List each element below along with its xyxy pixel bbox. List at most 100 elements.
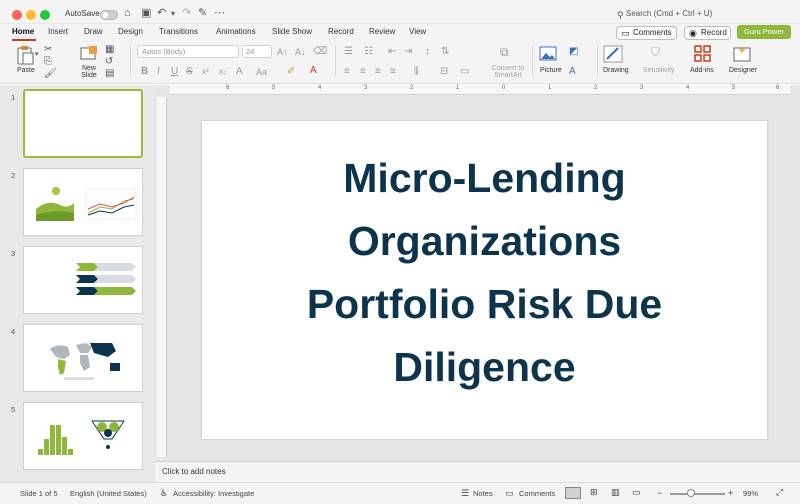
zoom-out-icon[interactable]: −: [657, 488, 662, 498]
zoom-slider-handle[interactable]: [687, 489, 695, 497]
align-center-icon[interactable]: ≡: [360, 67, 366, 77]
thumbnail-slide-2[interactable]: [23, 168, 143, 236]
current-slide[interactable]: Micro-Lending Organizations Portfolio Ri…: [202, 121, 767, 439]
guru-power-button[interactable]: Guru Power: [737, 25, 791, 39]
justify-icon[interactable]: ≡: [390, 67, 396, 77]
tab-record[interactable]: Record: [328, 27, 354, 36]
undo-icon[interactable]: ↶: [157, 7, 166, 20]
tab-animations[interactable]: Animations: [216, 27, 256, 36]
tab-review[interactable]: Review: [369, 27, 395, 36]
zoom-level[interactable]: 99%: [743, 489, 758, 498]
save-icon[interactable]: ▣: [141, 7, 151, 20]
search-input[interactable]: Search (Cmd + Ctrl + U): [626, 9, 712, 18]
shapes-icon[interactable]: ◩: [569, 47, 578, 57]
font-name-select[interactable]: Aptos (Body): [137, 45, 239, 58]
font-size-select[interactable]: 24: [242, 45, 272, 58]
normal-view-icon[interactable]: [565, 487, 581, 499]
reading-view-icon[interactable]: ▥: [611, 487, 620, 498]
new-slide-icon[interactable]: [80, 46, 98, 62]
accessibility-status[interactable]: Accessibility: Investigate: [173, 489, 254, 498]
edit-icon[interactable]: ✎: [198, 7, 207, 20]
tab-design[interactable]: Design: [118, 27, 143, 36]
subscript-icon[interactable]: x₂: [219, 67, 226, 77]
tab-view[interactable]: View: [409, 27, 426, 36]
tab-home[interactable]: Home: [12, 27, 34, 36]
zoom-window-button[interactable]: [40, 10, 50, 20]
italic-icon[interactable]: I: [157, 67, 160, 77]
text-box-icon[interactable]: ▭: [460, 67, 469, 77]
close-window-button[interactable]: [12, 10, 22, 20]
tab-transitions[interactable]: Transitions: [159, 27, 198, 36]
tab-insert[interactable]: Insert: [48, 27, 68, 36]
undo-dropdown-icon[interactable]: ▾: [171, 7, 175, 20]
ruler-number: 5: [732, 85, 736, 91]
format-painter-icon[interactable]: 🖌: [44, 69, 57, 79]
shadow-icon[interactable]: A: [236, 67, 243, 77]
thumbnail-slide-1[interactable]: [23, 89, 143, 158]
designer-icon[interactable]: [733, 45, 751, 62]
zoom-slider-track[interactable]: [670, 493, 725, 495]
numbering-icon[interactable]: ☷: [364, 47, 373, 57]
paste-icon[interactable]: [15, 45, 35, 65]
tab-draw[interactable]: Draw: [84, 27, 103, 36]
ruler-number: 6: [226, 85, 230, 91]
increase-font-icon[interactable]: A↑: [277, 47, 288, 57]
font-color-icon[interactable]: A: [310, 66, 317, 76]
comments-status-button[interactable]: Comments: [519, 489, 555, 498]
clear-format-icon[interactable]: ⌫: [313, 47, 327, 57]
copy-icon[interactable]: ⎘: [44, 57, 52, 67]
thumbnail-slide-5[interactable]: [23, 402, 143, 470]
tab-slide-show[interactable]: Slide Show: [272, 27, 312, 36]
case-icon[interactable]: Aa: [256, 67, 267, 77]
increase-indent-icon[interactable]: ⇥: [404, 47, 412, 57]
underline-icon[interactable]: U: [171, 67, 178, 77]
section-icon[interactable]: ▤: [105, 69, 114, 79]
arrange-icon[interactable]: A: [569, 67, 576, 77]
bold-icon[interactable]: B: [141, 67, 148, 77]
reset-icon[interactable]: ↺: [105, 57, 113, 67]
addins-icon[interactable]: [694, 45, 711, 62]
notes-placeholder[interactable]: Click to add notes: [162, 467, 226, 476]
zoom-in-icon[interactable]: +: [728, 488, 733, 498]
align-left-icon[interactable]: ≡: [344, 67, 350, 77]
redo-icon[interactable]: ↷: [182, 7, 191, 20]
comments-button[interactable]: ▭ Comments: [616, 26, 677, 40]
columns-icon[interactable]: ⫼: [414, 67, 419, 77]
ruler-number: 5: [272, 85, 276, 91]
bullets-icon[interactable]: ☰: [344, 47, 353, 57]
sensitivity-label: Sensitivity: [643, 67, 675, 74]
highlight-icon[interactable]: ✐: [287, 67, 295, 77]
convert-smartart-label[interactable]: Convert to SmartArt: [488, 65, 528, 79]
slide-title[interactable]: Micro-Lending Organizations Portfolio Ri…: [202, 147, 767, 399]
slideshow-view-icon[interactable]: ▭: [632, 487, 641, 498]
align-right-icon[interactable]: ≡: [375, 67, 381, 77]
thumbnail-slide-3[interactable]: [23, 246, 143, 314]
text-direction-icon[interactable]: ⇅: [441, 47, 449, 57]
more-icon[interactable]: ⋯: [214, 7, 225, 20]
notes-button[interactable]: Notes: [473, 489, 493, 498]
align-text-icon[interactable]: ⊟: [440, 67, 448, 77]
thumbnail-slide-4[interactable]: [23, 324, 143, 392]
superscript-icon[interactable]: x²: [202, 67, 209, 77]
thumbnail-number: 3: [11, 249, 16, 258]
fit-slide-icon[interactable]: ⤢: [776, 487, 783, 498]
language-status[interactable]: English (United States): [70, 489, 147, 498]
notes-pane[interactable]: Click to add notes: [155, 461, 800, 482]
layout-icon[interactable]: ▦: [105, 45, 114, 55]
minimize-window-button[interactable]: [26, 10, 36, 20]
picture-icon[interactable]: [539, 46, 557, 61]
strikethrough-icon[interactable]: S: [186, 67, 193, 77]
slide-sorter-icon[interactable]: ⊞: [590, 487, 598, 498]
drawing-icon[interactable]: [603, 45, 623, 63]
line-spacing-icon[interactable]: ↕: [425, 47, 430, 57]
decrease-indent-icon[interactable]: ⇤: [388, 47, 396, 57]
smartart-icon[interactable]: ⧉: [500, 46, 509, 58]
home-icon[interactable]: ⌂: [124, 7, 131, 20]
record-button[interactable]: ◉ Record: [684, 26, 731, 40]
cut-icon[interactable]: ✂: [44, 45, 52, 55]
sensitivity-icon[interactable]: ⛉: [651, 46, 660, 58]
autosave-toggle[interactable]: [100, 10, 118, 20]
decrease-font-icon[interactable]: A↓: [295, 47, 306, 57]
paste-dropdown-icon[interactable]: ▾: [35, 50, 39, 60]
slide-thumbnails-panel[interactable]: 1 2 3 4 5: [0, 85, 155, 482]
